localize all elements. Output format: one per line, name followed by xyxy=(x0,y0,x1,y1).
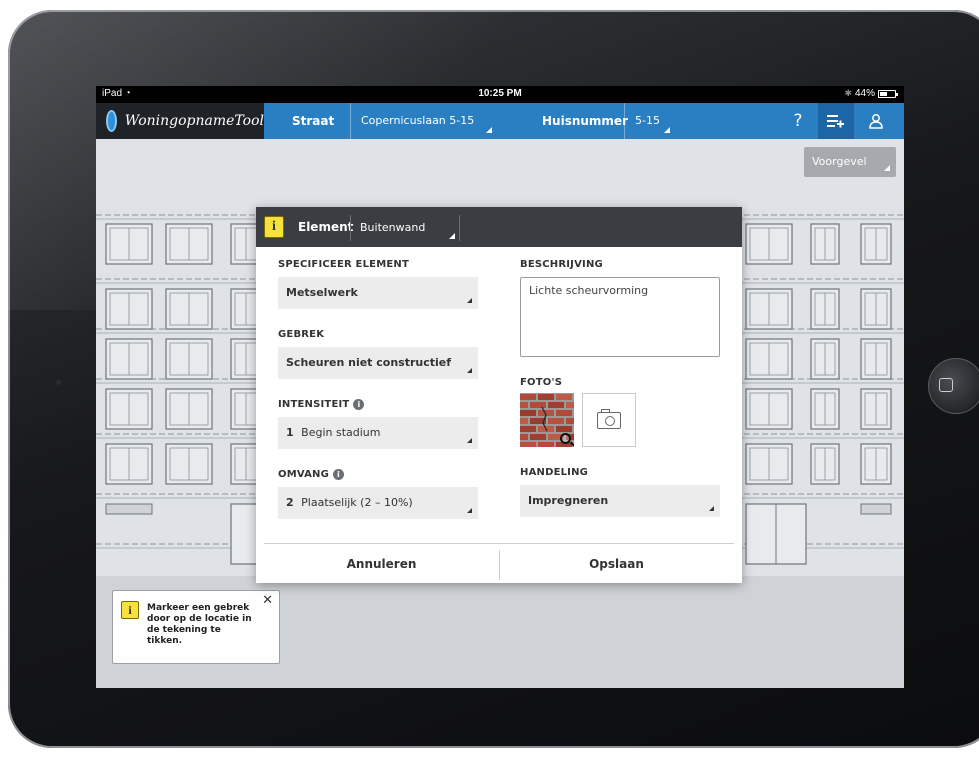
add-list-glyph xyxy=(827,115,844,128)
status-bar: iPad ◔ 10:25 PM ✱ 44% xyxy=(96,86,904,103)
modal-footer: Annuleren Opslaan xyxy=(264,543,734,583)
extent-number: 2 xyxy=(286,496,294,509)
street-value: Copernicuslaan 5-15 xyxy=(361,114,475,127)
screen: iPad ◔ 10:25 PM ✱ 44% WoningopnameTool S… xyxy=(96,86,904,688)
element-select[interactable]: Buitenwand xyxy=(350,215,460,241)
intensity-label: INTENSITEIT xyxy=(278,398,350,410)
photo-thumbnail[interactable] xyxy=(520,393,574,447)
view-select[interactable]: Voorgevel xyxy=(804,147,896,177)
element-dropdown-icon xyxy=(449,233,455,239)
modal-header: i Element Buitenwand xyxy=(256,207,742,247)
battery-indicator: ✱ 44% xyxy=(844,88,898,99)
intensity-number: 1 xyxy=(286,426,294,439)
extent-select[interactable]: 2 Plaatselijk (2 – 10%) xyxy=(278,487,478,519)
magnify-icon xyxy=(560,433,571,444)
defect-select[interactable]: Scheuren niet constructief xyxy=(278,347,478,379)
hint-text: Markeer een gebrek door op de locatie in… xyxy=(147,603,252,646)
chevron-down-icon xyxy=(467,508,472,513)
number-dropdown-icon xyxy=(664,127,670,133)
info-icon[interactable]: i xyxy=(333,468,345,480)
bottom-panel: i Markeer een gebrek door op de locatie … xyxy=(96,576,904,688)
street-dropdown-icon xyxy=(486,127,492,133)
street-select[interactable]: Copernicuslaan 5-15 xyxy=(350,103,496,139)
number-label: Huisnummer xyxy=(542,114,628,128)
stage: iPad ◔ 10:25 PM ✱ 44% WoningopnameTool S… xyxy=(0,0,979,758)
description-label: BESCHRIJVING xyxy=(520,258,603,270)
app-header: WoningopnameTool Straat Copernicuslaan 5… xyxy=(96,103,904,139)
action-select[interactable]: Impregneren xyxy=(520,485,720,517)
modal-right-column: BESCHRIJVING Lichte scheurvorming FOTO'S… xyxy=(520,257,720,517)
bluetooth-icon: ✱ xyxy=(844,88,852,98)
user-glyph xyxy=(869,114,883,129)
status-time: 10:25 PM xyxy=(478,88,522,99)
defect-value: Scheuren niet constructief xyxy=(286,356,452,369)
chevron-down-icon xyxy=(467,368,472,373)
battery-icon xyxy=(878,89,898,98)
front-camera xyxy=(56,380,61,385)
globe-logo-icon xyxy=(106,110,117,132)
intensity-value: Begin stadium xyxy=(301,426,381,439)
hint-box: i Markeer een gebrek door op de locatie … xyxy=(112,590,280,664)
chevron-down-icon xyxy=(467,298,472,303)
element-value: Buitenwand xyxy=(360,221,426,234)
action-label: HANDELING xyxy=(520,466,589,478)
number-value: 5-15 xyxy=(635,114,660,127)
cancel-button[interactable]: Annuleren xyxy=(264,544,499,584)
photos-label: FOTO'S xyxy=(520,376,563,388)
specify-select[interactable]: Metselwerk xyxy=(278,277,478,309)
specify-label: SPECIFICEER ELEMENT xyxy=(278,258,409,270)
chevron-down-icon xyxy=(709,506,714,511)
intensity-select[interactable]: 1 Begin stadium xyxy=(278,417,478,449)
action-value: Impregneren xyxy=(528,494,609,507)
chevron-down-icon xyxy=(467,438,472,443)
street-label: Straat xyxy=(292,114,335,128)
close-icon[interactable]: ✕ xyxy=(262,593,273,608)
add-photo-button[interactable] xyxy=(582,393,636,447)
defect-label: GEBREK xyxy=(278,328,325,340)
home-button-icon xyxy=(939,378,953,392)
number-select[interactable]: 5-15 xyxy=(624,103,674,139)
modal-left-column: SPECIFICEER ELEMENT Metselwerk GEBREK Sc… xyxy=(278,257,478,519)
info-icon: i xyxy=(121,601,139,619)
battery-percent: 44% xyxy=(854,88,875,99)
home-button[interactable] xyxy=(928,358,979,414)
add-list-icon[interactable] xyxy=(818,103,854,139)
view-select-value: Voorgevel xyxy=(812,155,867,168)
help-icon[interactable]: ? xyxy=(780,103,816,139)
extent-value: Plaatselijk (2 – 10%) xyxy=(301,496,413,509)
defect-modal: i Element Buitenwand SPECIFICEER ELEMENT… xyxy=(256,207,742,583)
info-icon[interactable]: i xyxy=(353,398,365,410)
extent-label-row: OMVANG i xyxy=(278,467,478,481)
intensity-label-row: INTENSITEIT i xyxy=(278,397,478,411)
user-icon[interactable] xyxy=(858,103,894,139)
camera-icon xyxy=(597,408,621,429)
info-icon: i xyxy=(264,216,284,238)
brand[interactable]: WoningopnameTool xyxy=(96,103,264,139)
brand-name: WoningopnameTool xyxy=(124,113,264,129)
specify-value: Metselwerk xyxy=(286,286,358,299)
description-field[interactable]: Lichte scheurvorming xyxy=(520,277,720,357)
extent-label: OMVANG xyxy=(278,468,330,480)
element-label: Element xyxy=(298,220,354,234)
save-button[interactable]: Opslaan xyxy=(499,544,734,584)
view-dropdown-icon xyxy=(884,165,890,171)
photos-row xyxy=(520,393,720,447)
